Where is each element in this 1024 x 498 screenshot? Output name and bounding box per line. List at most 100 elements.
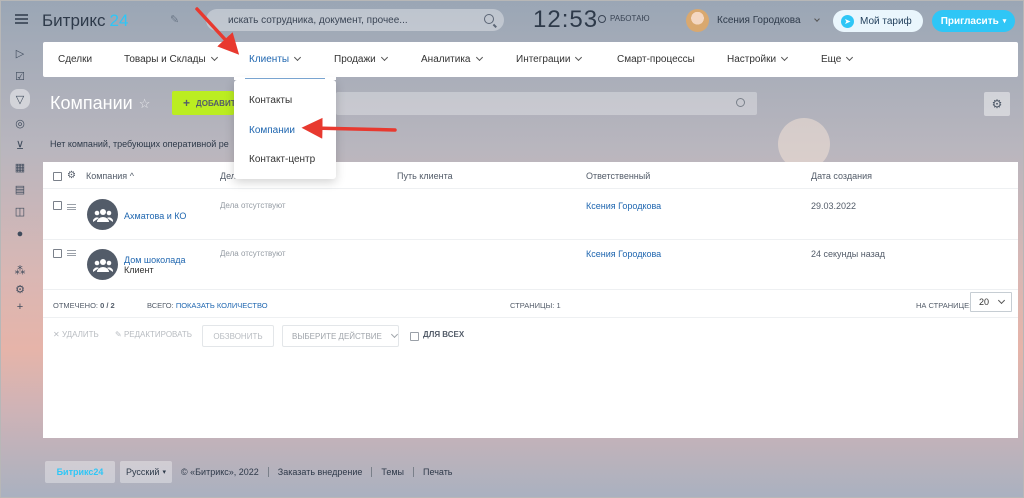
group-actions-bar: ✕ УДАЛИТЬ ✎ РЕДАКТИРОВАТЬ ОБЗВОНИТЬ ВЫБЕ…	[43, 319, 1018, 351]
star-icon[interactable]: ☆	[139, 96, 151, 112]
edit-pencil-icon[interactable]: ✎	[170, 13, 179, 26]
chevron-down-icon	[210, 53, 218, 62]
sitemap-icon[interactable]: ⁂	[11, 262, 29, 278]
companies-grid: ⚙ Компания ^ Дела Путь клиента Ответстве…	[43, 162, 1018, 438]
tasks-icon[interactable]: ☑	[11, 68, 29, 84]
row-checkbox[interactable]	[53, 201, 62, 210]
plus-icon: +	[183, 96, 191, 110]
column-header-client-path[interactable]: Путь клиента	[397, 171, 453, 181]
work-status[interactable]: РАБОТАЮ	[598, 14, 650, 23]
per-page-select[interactable]: 20	[970, 292, 1012, 312]
chevron-down-icon	[575, 53, 583, 62]
column-settings-icon[interactable]: ⚙	[67, 170, 76, 181]
page-footer: Битрикс24 Русский ▾ © «Битрикс», 2022 Зак…	[45, 460, 453, 483]
footer-logo[interactable]: Битрикс24	[45, 460, 115, 483]
add-company-button[interactable]: + ДОБАВИТЬ	[172, 91, 234, 115]
table-row[interactable]: Дом шоколада Клиент Дела отсутствуют Ксе…	[43, 240, 1018, 290]
user-menu[interactable]: Ксения Городкова	[686, 9, 820, 32]
delete-action[interactable]: ✕ УДАЛИТЬ	[53, 330, 99, 339]
tab-clients[interactable]: Клиенты	[249, 53, 302, 65]
cart-icon[interactable]: ⊻	[11, 137, 29, 153]
call-button[interactable]: ОБЗВОНИТЬ	[202, 325, 274, 347]
storage-icon[interactable]: ◫	[11, 203, 29, 219]
pages-counter: СТРАНИЦЫ: 1	[510, 301, 561, 310]
choose-action-select[interactable]: ВЫБЕРИТЕ ДЕЙСТВИЕ	[282, 325, 399, 347]
tab-deals[interactable]: Сделки	[58, 54, 92, 65]
row-menu-icon[interactable]	[67, 250, 76, 256]
tab-more[interactable]: Еще	[821, 53, 854, 65]
company-name-link[interactable]: Ахматова и КО	[124, 211, 186, 221]
edit-action[interactable]: ✎ РЕДАКТИРОВАТЬ	[115, 330, 192, 339]
add-icon[interactable]: +	[11, 299, 29, 315]
print-link[interactable]: Печать	[423, 467, 452, 477]
company-avatar-icon	[87, 199, 118, 230]
copyright: © «Битрикс», 2022	[181, 466, 259, 477]
deals-status: Дела отсутствуют	[220, 201, 286, 210]
search-icon[interactable]	[736, 98, 745, 107]
created-date: 24 секунды назад	[811, 249, 886, 259]
column-header-responsible[interactable]: Ответственный	[586, 171, 650, 181]
clock[interactable]: 12:53	[533, 6, 598, 34]
chevron-down-icon	[475, 53, 483, 62]
menu-item-companies[interactable]: Компании	[249, 125, 295, 136]
table-row[interactable]: Ахматова и КО Дела отсутствуют Ксения Го…	[43, 190, 1018, 240]
tab-analytics[interactable]: Аналитика	[421, 53, 483, 65]
calendar-icon[interactable]: ▦	[11, 159, 29, 175]
chevron-down-icon	[294, 53, 302, 62]
invite-button[interactable]: Пригласить ▾	[932, 10, 1015, 32]
responsible-link[interactable]: Ксения Городкова	[586, 201, 661, 211]
company-name-link[interactable]: Дом шоколада	[124, 255, 185, 265]
themes-link[interactable]: Темы	[381, 467, 404, 477]
target-icon[interactable]: ◎	[11, 115, 29, 131]
selected-counter: ОТМЕЧЕНО: 0 / 2	[53, 301, 115, 310]
tab-integrations[interactable]: Интеграции	[516, 53, 583, 65]
chevron-down-icon	[781, 53, 789, 62]
sort-asc-icon: ^	[129, 171, 134, 181]
tab-settings[interactable]: Настройки	[727, 53, 789, 65]
for-all-checkbox[interactable]	[410, 332, 419, 341]
created-date: 29.03.2022	[811, 201, 857, 211]
filter-search-input[interactable]	[336, 92, 757, 115]
grid-header: ⚙ Компания ^ Дела Путь клиента Ответстве…	[43, 162, 1018, 189]
caret-down-icon: ▾	[1002, 18, 1007, 25]
column-header-created[interactable]: Дата создания	[811, 171, 872, 181]
page-title: Компании ☆	[50, 93, 151, 113]
deals-status: Дела отсутствуют	[220, 249, 286, 258]
search-icon[interactable]	[484, 14, 494, 24]
language-select[interactable]: Русский ▾	[120, 460, 172, 483]
settings-icon[interactable]: ⚙	[11, 281, 29, 297]
active-tab-underline	[234, 77, 336, 80]
my-tariff-button[interactable]: ➤ Мой тариф	[833, 10, 923, 32]
select-all-checkbox[interactable]	[53, 172, 62, 181]
chevron-down-icon	[380, 53, 388, 62]
footer-divider	[413, 466, 415, 477]
feed-icon[interactable]: ▷	[11, 45, 29, 61]
chevron-down-icon	[997, 296, 1006, 304]
left-sidebar: ▷ ☑ ▽ ◎ ⊻ ▦ ▤ ◫ ● ⁂ ⚙ +	[0, 0, 40, 498]
crm-top-nav: Сделки Товары и Склады Клиенты Продажи А…	[43, 42, 1018, 77]
drive-icon[interactable]: ▤	[11, 181, 29, 197]
row-menu-icon[interactable]	[67, 204, 76, 210]
page-settings-gear-icon[interactable]: ⚙	[984, 92, 1010, 116]
rocket-icon: ➤	[841, 14, 854, 28]
tab-products[interactable]: Товары и Склады	[124, 53, 218, 65]
chevron-down-icon	[813, 15, 820, 22]
avatar	[686, 9, 709, 32]
menu-burger-icon[interactable]	[15, 14, 28, 24]
global-search-input[interactable]: искать сотрудника, документ, прочее...	[206, 9, 504, 31]
column-header-company[interactable]: Компания ^	[86, 171, 134, 181]
user-name: Ксения Городкова	[717, 15, 801, 26]
tab-smart-processes[interactable]: Смарт-процессы	[617, 54, 695, 65]
crm-filter-icon[interactable]: ▽	[10, 89, 30, 109]
responsible-link[interactable]: Ксения Городкова	[586, 249, 661, 259]
total-counter: ВСЕГО: ПОКАЗАТЬ КОЛИЧЕСТВО	[147, 301, 268, 310]
order-implementation-link[interactable]: Заказать внедрение	[278, 467, 363, 477]
more-circle-icon[interactable]: ●	[11, 226, 29, 242]
app-logo[interactable]: Битрикс 24	[42, 11, 128, 31]
menu-item-contacts[interactable]: Контакты	[249, 95, 292, 106]
row-checkbox[interactable]	[53, 249, 62, 258]
show-count-link[interactable]: ПОКАЗАТЬ КОЛИЧЕСТВО	[176, 301, 268, 310]
menu-item-contact-center[interactable]: Контакт-центр	[249, 154, 315, 165]
chevron-down-icon	[846, 53, 854, 62]
tab-sales[interactable]: Продажи	[334, 53, 388, 65]
